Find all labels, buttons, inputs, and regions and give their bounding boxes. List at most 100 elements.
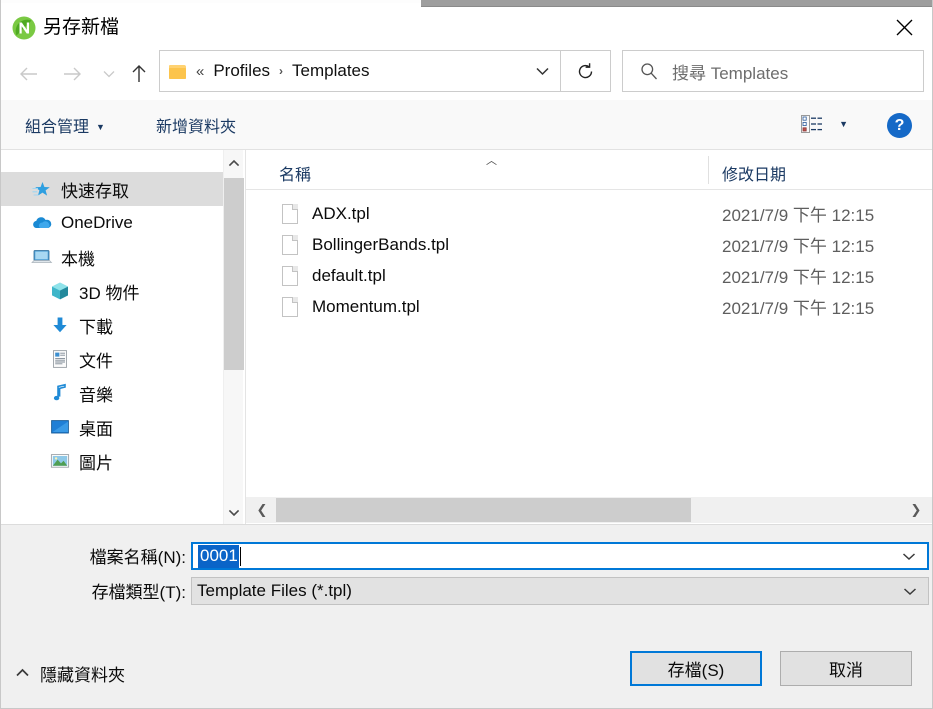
- sidebar-item-documents[interactable]: 文件: [1, 342, 223, 376]
- desktop-icon: [49, 416, 71, 438]
- scrollbar-thumb[interactable]: [276, 498, 691, 522]
- refresh-button[interactable]: [561, 50, 611, 92]
- file-icon: [282, 203, 298, 224]
- sidebar-item-label: 下載: [79, 317, 113, 337]
- close-button[interactable]: [876, 7, 932, 48]
- cancel-button[interactable]: 取消: [780, 651, 912, 686]
- chevron-down-icon: [103, 71, 115, 78]
- sidebar-item-label: 桌面: [79, 419, 113, 439]
- sidebar-item-desktop[interactable]: 桌面: [1, 410, 223, 444]
- navigation-pane: 快速存取 OneDrive 本機 3D 物件 下載 文件 音樂 桌面 圖片: [1, 150, 245, 525]
- save-as-dialog: 另存新檔 « Profiles › Templates 搜尋 Templates…: [0, 0, 933, 709]
- ninja-logo-icon: [11, 15, 37, 41]
- new-folder-button[interactable]: 新增資料夾: [156, 113, 236, 137]
- filename-input[interactable]: 0001: [191, 542, 929, 570]
- background-window-strip: [421, 0, 932, 7]
- sidebar-item-label: OneDrive: [61, 213, 133, 232]
- address-bar[interactable]: « Profiles › Templates: [159, 50, 561, 92]
- file-icon: [282, 265, 298, 286]
- title-bar: 另存新檔: [1, 7, 932, 48]
- table-row[interactable]: Momentum.tpl 2021/7/9 下午 12:15: [246, 291, 932, 322]
- file-icon: [282, 234, 298, 255]
- filetype-select[interactable]: Template Files (*.tpl): [191, 577, 929, 605]
- breadcrumb-item-templates[interactable]: Templates: [292, 61, 369, 81]
- save-button[interactable]: 存檔(S): [630, 651, 762, 686]
- scroll-right-icon[interactable]: ❯: [904, 497, 928, 523]
- hide-folders-toggle[interactable]: 隱藏資料夾: [15, 661, 125, 686]
- file-icon: [282, 296, 298, 317]
- column-separator[interactable]: [708, 156, 709, 184]
- table-row[interactable]: ADX.tpl 2021/7/9 下午 12:15: [246, 198, 932, 229]
- sidebar-item-pictures[interactable]: 圖片: [1, 444, 223, 478]
- background-window-strip-left: [1, 0, 421, 3]
- sidebar-item-this-pc[interactable]: 本機: [1, 240, 223, 274]
- navigation-pane-scrollbar[interactable]: [223, 150, 244, 525]
- column-header-date[interactable]: 修改日期: [722, 161, 786, 185]
- sidebar-item-3d-objects[interactable]: 3D 物件: [1, 274, 223, 308]
- sidebar-item-downloads[interactable]: 下載: [1, 308, 223, 342]
- filetype-value: Template Files (*.tpl): [197, 581, 352, 600]
- search-icon: [640, 62, 658, 80]
- chevron-down-icon[interactable]: [224, 501, 244, 523]
- forward-button[interactable]: [56, 58, 88, 90]
- folder-icon: [169, 64, 186, 79]
- help-button[interactable]: ?: [887, 113, 912, 138]
- this-pc-icon: [31, 246, 53, 268]
- downloads-icon: [49, 314, 71, 336]
- sidebar-item-label: 文件: [79, 351, 113, 371]
- refresh-icon: [578, 62, 593, 78]
- file-name: ADX.tpl: [312, 203, 370, 223]
- file-list-header: ︿ 名稱 修改日期: [246, 150, 932, 190]
- breadcrumb-separator: ›: [279, 64, 284, 78]
- sidebar-item-onedrive[interactable]: OneDrive: [1, 206, 223, 240]
- save-label: 存檔(S): [667, 661, 725, 680]
- back-button[interactable]: [13, 58, 45, 90]
- table-row[interactable]: BollingerBands.tpl 2021/7/9 下午 12:15: [246, 229, 932, 260]
- window-title: 另存新檔: [43, 17, 120, 38]
- table-row[interactable]: default.tpl 2021/7/9 下午 12:15: [246, 260, 932, 291]
- hide-folders-label: 隱藏資料夾: [40, 666, 125, 685]
- file-name: default.tpl: [312, 265, 386, 285]
- navigation-pane-list: 快速存取 OneDrive 本機 3D 物件 下載 文件 音樂 桌面 圖片: [1, 172, 223, 478]
- breadcrumb-item-profiles[interactable]: Profiles: [213, 61, 270, 81]
- sidebar-item-quick-access[interactable]: 快速存取: [1, 172, 223, 206]
- arrow-left-icon: [20, 67, 37, 81]
- text-caret: [239, 546, 241, 566]
- documents-icon: [49, 348, 71, 370]
- file-list-rows: ADX.tpl 2021/7/9 下午 12:15 BollingerBands…: [246, 198, 932, 322]
- chevron-down-icon: ▼: [96, 122, 105, 132]
- music-icon: [49, 382, 71, 404]
- arrow-up-icon: [132, 65, 146, 82]
- chevron-up-icon[interactable]: [224, 152, 244, 174]
- view-options-button[interactable]: ▼: [801, 115, 848, 133]
- up-button[interactable]: [123, 58, 155, 90]
- close-icon: [896, 19, 912, 36]
- list-view-icon: [801, 115, 823, 133]
- file-date: 2021/7/9 下午 12:15: [722, 237, 875, 256]
- chevron-down-icon[interactable]: [902, 548, 916, 564]
- chevron-up-icon: [15, 666, 30, 681]
- help-label: ?: [894, 116, 905, 134]
- scrollbar-thumb[interactable]: [224, 178, 244, 370]
- sidebar-item-label: 快速存取: [61, 181, 129, 201]
- scroll-left-icon[interactable]: ❮: [250, 497, 274, 523]
- recent-locations-button[interactable]: [93, 58, 125, 90]
- chevron-down-icon[interactable]: [903, 583, 917, 599]
- file-list-horizontal-scrollbar[interactable]: ❮ ❯: [246, 497, 932, 523]
- new-folder-label: 新增資料夾: [156, 119, 237, 136]
- column-header-name[interactable]: 名稱: [279, 161, 311, 185]
- file-list-pane: ︿ 名稱 修改日期 ADX.tpl 2021/7/9 下午 12:15 Boll…: [246, 150, 932, 525]
- search-input[interactable]: 搜尋 Templates: [672, 59, 788, 84]
- pin-star-icon: [31, 178, 53, 200]
- command-toolbar: 組合管理 ▼ 新增資料夾 ▼ ?: [1, 100, 932, 150]
- sidebar-item-label: 3D 物件: [79, 283, 140, 303]
- organize-menu-button[interactable]: 組合管理 ▼: [25, 113, 105, 137]
- address-dropdown-icon[interactable]: [535, 63, 550, 80]
- search-box[interactable]: 搜尋 Templates: [622, 50, 924, 92]
- file-date: 2021/7/9 下午 12:15: [722, 299, 875, 318]
- sidebar-item-label: 圖片: [79, 453, 113, 473]
- sidebar-item-label: 本機: [61, 249, 95, 269]
- pictures-icon: [49, 450, 71, 472]
- arrow-right-icon: [64, 67, 81, 81]
- sidebar-item-music[interactable]: 音樂: [1, 376, 223, 410]
